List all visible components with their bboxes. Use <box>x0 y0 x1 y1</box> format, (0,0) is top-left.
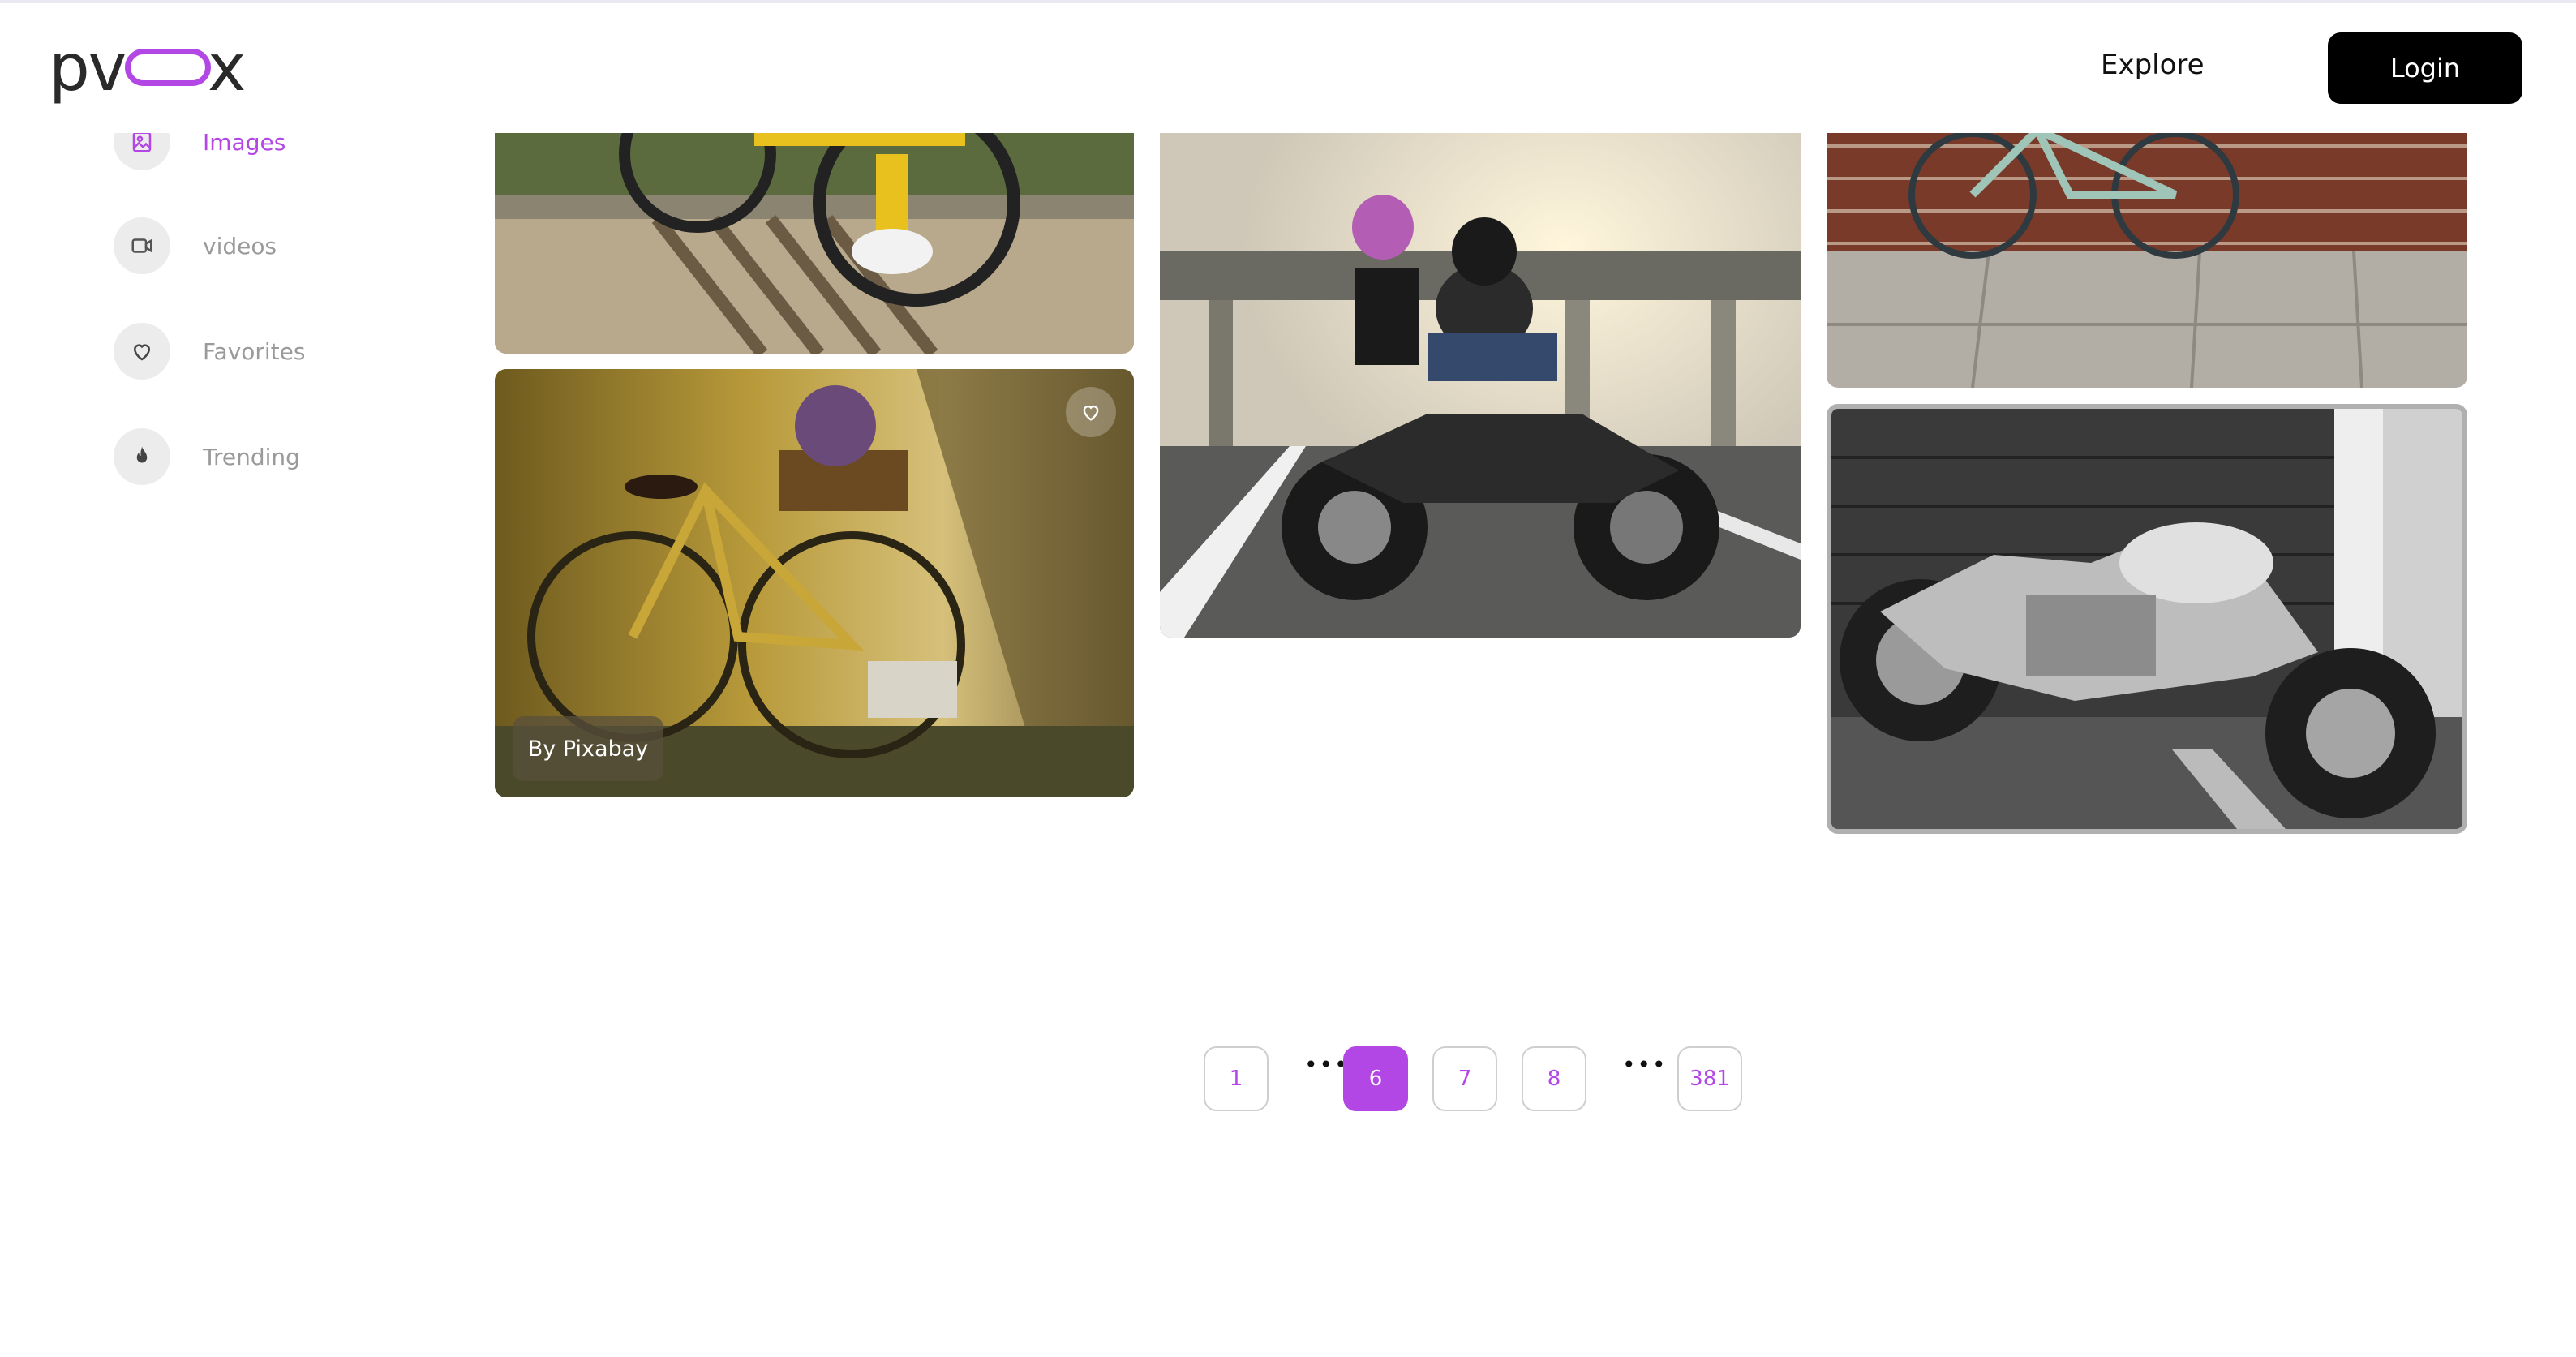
photo-bike-brick-wall <box>1827 122 2467 388</box>
page-button-current[interactable]: 6 <box>1343 1046 1408 1111</box>
page-button-last[interactable]: 381 <box>1677 1046 1742 1111</box>
video-icon <box>114 217 170 274</box>
image-card-motorcycle-couple[interactable] <box>1160 122 1801 638</box>
favorite-button[interactable] <box>1066 387 1116 437</box>
page-button-8[interactable]: 8 <box>1522 1046 1586 1111</box>
image-card-vintage-bike[interactable]: By Pixabay <box>495 369 1134 797</box>
logo[interactable]: pv x <box>49 36 251 101</box>
image-card-bw-motorcycle[interactable] <box>1827 404 2467 834</box>
image-card-yellow-bike[interactable] <box>495 122 1134 354</box>
sidebar-item-label: Favorites <box>203 337 306 365</box>
sidebar-item-label: videos <box>203 232 277 260</box>
fire-icon <box>114 428 170 485</box>
sidebar-item-videos[interactable]: videos <box>114 217 277 274</box>
heart-icon <box>114 323 170 380</box>
nav-explore-link[interactable]: Explore <box>2101 49 2205 81</box>
pagination-ellipsis: ••• <box>1304 1051 1350 1078</box>
photo-bw-motorcycle <box>1831 409 2462 829</box>
logo-pill-icon <box>125 49 211 86</box>
sidebar-item-trending[interactable]: Trending <box>114 428 300 485</box>
logo-text-left: pv <box>49 30 127 105</box>
credit-badge: By Pixabay <box>513 716 663 781</box>
header: pv x Explore Login <box>0 3 2576 133</box>
page-button-7[interactable]: 7 <box>1432 1046 1497 1111</box>
login-button[interactable]: Login <box>2328 32 2522 104</box>
sidebar-item-favorites[interactable]: Favorites <box>114 323 305 380</box>
pagination-ellipsis: ••• <box>1622 1051 1668 1078</box>
page-button-1[interactable]: 1 <box>1204 1046 1269 1111</box>
logo-text-right: x <box>208 30 246 105</box>
photo-motorcycle-couple <box>1160 122 1801 638</box>
image-card-bike-brick-wall[interactable] <box>1827 122 2467 388</box>
sidebar-item-label: Trending <box>203 443 300 470</box>
heart-icon <box>1083 406 1099 421</box>
photo-yellow-bike <box>495 122 1134 354</box>
